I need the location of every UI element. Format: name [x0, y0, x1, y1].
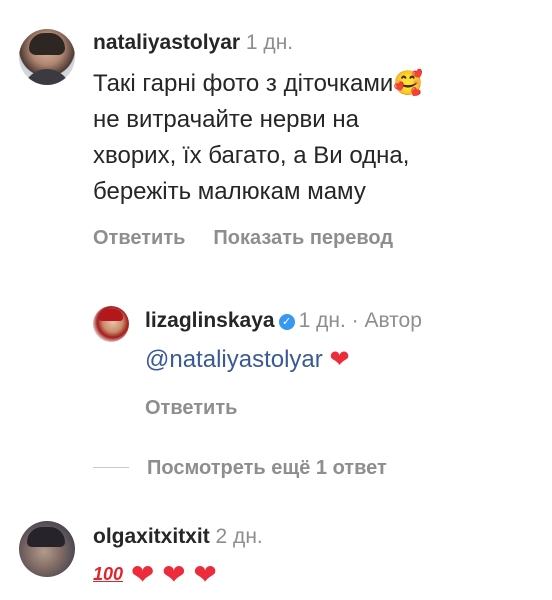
- comment-line: не витрачайте нерви на: [93, 106, 359, 133]
- heart-icon: ❤: [329, 346, 350, 373]
- comment-line: Такі гарні фото з діточками🥰: [93, 70, 424, 97]
- reply-button[interactable]: Ответить: [93, 227, 185, 249]
- verified-badge-icon: ✓: [278, 314, 295, 330]
- avatar-olgaxitxitxit[interactable]: [19, 521, 75, 577]
- reply-header: lizaglinskaya ✓ 1 дн. · Автор: [145, 309, 422, 333]
- reply-text: @nataliyastolyar ❤: [145, 345, 350, 374]
- hundred-points-icon: 100: [93, 564, 124, 584]
- show-translation-button[interactable]: Показать перевод: [213, 227, 393, 249]
- heart-icon: ❤: [193, 559, 217, 590]
- author-label: Автор: [364, 309, 422, 332]
- separator: ·: [351, 309, 359, 332]
- comment-line: хворих, їх багато, а Ви одна,: [93, 142, 410, 169]
- view-more-replies[interactable]: Посмотреть ещё 1 ответ: [93, 457, 387, 480]
- avatar-nataliyastolyar[interactable]: [19, 29, 75, 85]
- username[interactable]: lizaglinskaya: [145, 309, 275, 332]
- comment-text: Такі гарні фото з діточками🥰 не витрачай…: [93, 66, 533, 210]
- heart-icon: ❤: [130, 559, 155, 590]
- reply-button[interactable]: Ответить: [145, 397, 237, 420]
- comment-line: бережіть малюкам маму: [93, 178, 366, 205]
- username[interactable]: olgaxitxitxit: [93, 525, 210, 548]
- comment-header: nataliyastolyar 1 дн.: [93, 31, 293, 55]
- timestamp: 2 дн.: [215, 525, 263, 548]
- username[interactable]: nataliyastolyar: [93, 31, 240, 54]
- heart-icon: ❤: [162, 559, 186, 590]
- comment-text: 100 ❤ ❤ ❤: [93, 558, 217, 591]
- avatar-lizaglinskaya[interactable]: [93, 306, 129, 342]
- timestamp: 1 дн.: [245, 31, 294, 54]
- mention-link[interactable]: @nataliyastolyar: [145, 346, 323, 373]
- divider: [93, 467, 129, 468]
- comment-actions: Ответить Показать перевод: [93, 227, 393, 250]
- timestamp: 1 дн.: [298, 309, 346, 332]
- view-more-label[interactable]: Посмотреть ещё 1 ответ: [147, 457, 387, 479]
- comment-header: olgaxitxitxit 2 дн.: [93, 525, 263, 549]
